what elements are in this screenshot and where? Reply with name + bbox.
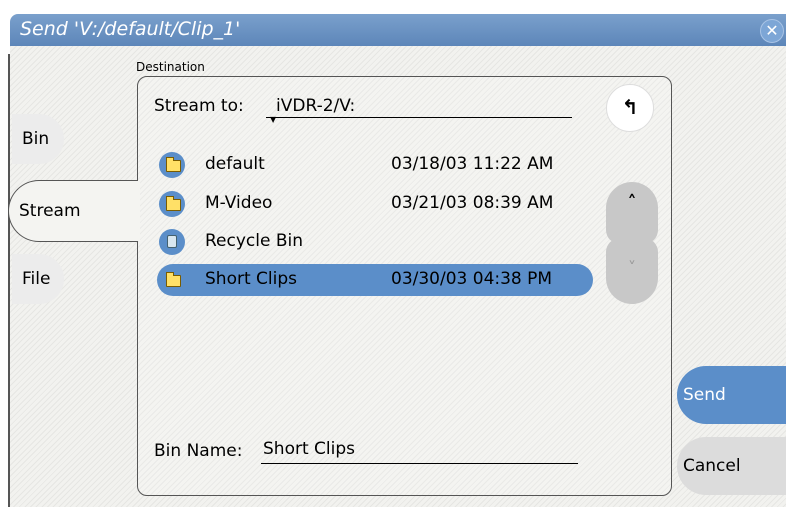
- list-item[interactable]: default 03/18/03 11:22 AM: [157, 149, 593, 181]
- tab-stream[interactable]: Stream: [8, 180, 138, 242]
- tab-file[interactable]: File: [12, 254, 64, 304]
- tab-stream-connector: [134, 181, 140, 241]
- list-item-date: 03/30/03 04:38 PM: [391, 269, 553, 289]
- dialog-title: Send 'V:/default/Clip_1': [20, 18, 241, 40]
- send-button[interactable]: Send: [677, 366, 786, 424]
- folder-icon: [159, 152, 185, 178]
- bin-name-label: Bin Name:: [154, 441, 243, 461]
- list-item[interactable]: M-Video 03/21/03 08:39 AM: [157, 188, 593, 220]
- list-item-selected[interactable]: Short Clips 03/30/03 04:38 PM: [157, 264, 593, 296]
- close-icon[interactable]: ✕: [760, 19, 784, 43]
- bin-name-field[interactable]: Short Clips: [261, 439, 578, 464]
- title-bar: Send 'V:/default/Clip_1' ✕: [10, 14, 786, 46]
- list-item-name: M-Video: [205, 193, 273, 213]
- list-item-name: default: [205, 154, 265, 174]
- list-item-name: Short Clips: [205, 269, 297, 289]
- stream-to-value: iVDR-2/V:: [276, 96, 356, 116]
- tab-stream-label: Stream: [19, 201, 81, 221]
- chevron-down-icon[interactable]: ˅: [606, 238, 658, 304]
- stream-to-label: Stream to:: [154, 96, 244, 116]
- destination-label: Destination: [136, 60, 205, 74]
- folder-icon: [159, 267, 185, 293]
- up-arrow-icon[interactable]: ↰: [606, 84, 654, 132]
- dialog-left-border: [8, 54, 10, 507]
- scrollbar[interactable]: ˄ ˅: [606, 182, 658, 306]
- recycle-bin-icon: [159, 229, 185, 255]
- folder-icon: [159, 191, 185, 217]
- list-item-date: 03/21/03 08:39 AM: [391, 193, 554, 213]
- send-button-label: Send: [683, 385, 726, 405]
- chevron-up-icon[interactable]: ˄: [606, 182, 658, 244]
- dropdown-arrow-icon[interactable]: ▼: [270, 115, 276, 124]
- tab-file-label: File: [22, 269, 51, 289]
- cancel-button-label: Cancel: [683, 456, 741, 476]
- list-item-date: 03/18/03 11:22 AM: [391, 154, 554, 174]
- bin-name-value: Short Clips: [263, 439, 355, 459]
- list-item[interactable]: Recycle Bin: [157, 226, 593, 258]
- tab-bin-label: Bin: [22, 129, 50, 149]
- send-dialog: Send 'V:/default/Clip_1' ✕ Destination B…: [0, 0, 786, 507]
- stream-to-dropdown[interactable]: iVDR-2/V:: [266, 96, 572, 118]
- cancel-button[interactable]: Cancel: [677, 437, 786, 495]
- list-item-name: Recycle Bin: [205, 231, 304, 251]
- tab-bin[interactable]: Bin: [12, 114, 64, 164]
